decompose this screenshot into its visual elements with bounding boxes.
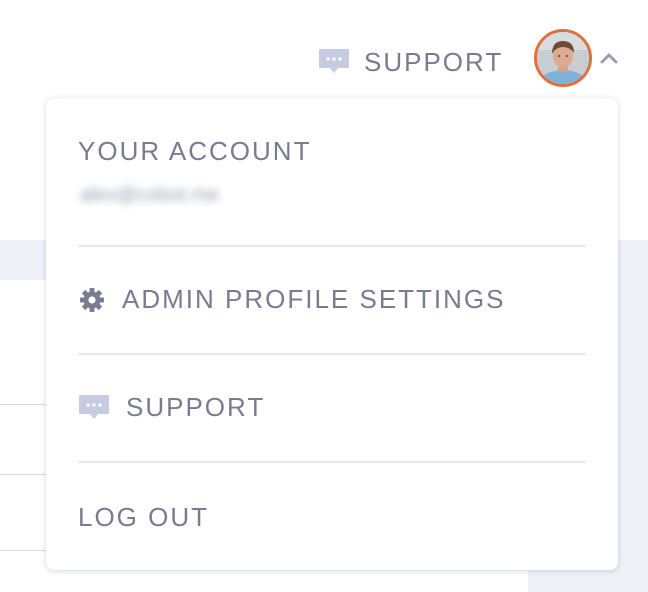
log-out-link[interactable]: LOG OUT — [78, 502, 209, 533]
header-support-link[interactable]: SUPPORT — [318, 44, 503, 80]
support-menu-item[interactable]: SUPPORT — [78, 392, 265, 423]
your-account-heading: YOUR ACCOUNT — [78, 136, 312, 166]
menu-divider — [78, 353, 586, 355]
admin-profile-settings-link[interactable]: ADMIN PROFILE SETTINGS — [78, 284, 506, 315]
account-email: alex@cobot.me — [80, 184, 220, 206]
chevron-up-icon[interactable] — [598, 50, 620, 66]
chat-bubble-icon — [318, 48, 350, 76]
menu-divider — [78, 461, 586, 463]
gear-icon — [78, 286, 106, 314]
page-divider — [0, 550, 48, 551]
chat-bubble-icon — [78, 394, 110, 422]
page-divider — [0, 404, 48, 405]
admin-profile-settings-label: ADMIN PROFILE SETTINGS — [122, 284, 506, 314]
menu-divider — [78, 245, 586, 247]
log-out-label: LOG OUT — [78, 502, 210, 532]
account-dropdown-menu: YOUR ACCOUNT alex@cobot.me ADMIN PROFILE… — [46, 98, 618, 570]
page-divider — [0, 474, 48, 475]
user-avatar[interactable] — [534, 29, 592, 87]
support-menu-label: SUPPORT — [126, 392, 266, 422]
header-support-label: SUPPORT — [364, 46, 504, 77]
